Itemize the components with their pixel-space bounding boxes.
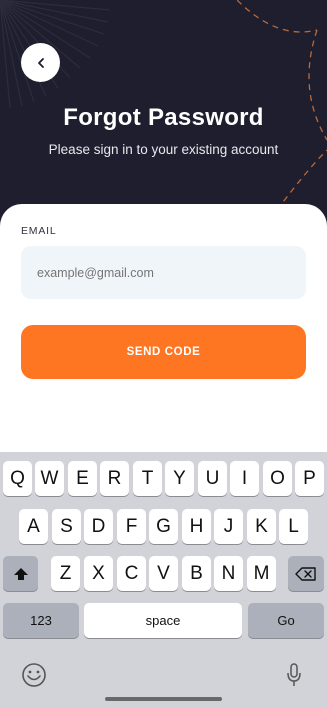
- chevron-left-icon: [37, 57, 44, 68]
- key-h[interactable]: H: [182, 509, 211, 544]
- key-i[interactable]: I: [230, 461, 259, 496]
- numbers-key[interactable]: 123: [3, 603, 79, 638]
- header: Forgot Password Please sign in to your e…: [0, 0, 327, 230]
- shift-icon: [13, 567, 28, 580]
- key-e[interactable]: E: [68, 461, 97, 496]
- key-u[interactable]: U: [198, 461, 227, 496]
- key-k[interactable]: K: [247, 509, 276, 544]
- key-g[interactable]: G: [149, 509, 178, 544]
- page-subtitle: Please sign in to your existing account: [48, 142, 279, 157]
- key-p[interactable]: P: [295, 461, 324, 496]
- email-input[interactable]: [21, 246, 306, 299]
- key-m[interactable]: M: [247, 556, 276, 591]
- key-n[interactable]: N: [214, 556, 243, 591]
- emoji-icon[interactable]: [21, 662, 47, 688]
- key-r[interactable]: R: [100, 461, 129, 496]
- send-code-button[interactable]: SEND CODE: [21, 325, 306, 379]
- key-w[interactable]: W: [35, 461, 64, 496]
- key-o[interactable]: O: [263, 461, 292, 496]
- page-title: Forgot Password: [63, 104, 264, 131]
- key-f[interactable]: F: [117, 509, 146, 544]
- key-z[interactable]: Z: [51, 556, 80, 591]
- key-b[interactable]: B: [182, 556, 211, 591]
- space-key[interactable]: space: [84, 603, 242, 638]
- key-t[interactable]: T: [133, 461, 162, 496]
- microphone-icon[interactable]: [285, 662, 303, 688]
- key-y[interactable]: Y: [165, 461, 194, 496]
- form-card: EMAIL SEND CODE: [0, 204, 327, 464]
- key-j[interactable]: J: [214, 509, 243, 544]
- keyboard: Q W E R T Y U I O P A S D F G H J K L Z …: [0, 452, 327, 708]
- key-d[interactable]: D: [84, 509, 113, 544]
- key-a[interactable]: A: [19, 509, 48, 544]
- shift-key[interactable]: [3, 556, 38, 591]
- back-button[interactable]: [21, 43, 60, 82]
- key-l[interactable]: L: [279, 509, 308, 544]
- key-c[interactable]: C: [117, 556, 146, 591]
- home-indicator: [105, 697, 222, 701]
- backspace-key[interactable]: [288, 556, 324, 591]
- email-label: EMAIL: [21, 225, 57, 237]
- go-key[interactable]: Go: [248, 603, 324, 638]
- key-v[interactable]: V: [149, 556, 178, 591]
- key-q[interactable]: Q: [3, 461, 32, 496]
- key-s[interactable]: S: [52, 509, 81, 544]
- backspace-icon: [295, 566, 316, 581]
- key-x[interactable]: X: [84, 556, 113, 591]
